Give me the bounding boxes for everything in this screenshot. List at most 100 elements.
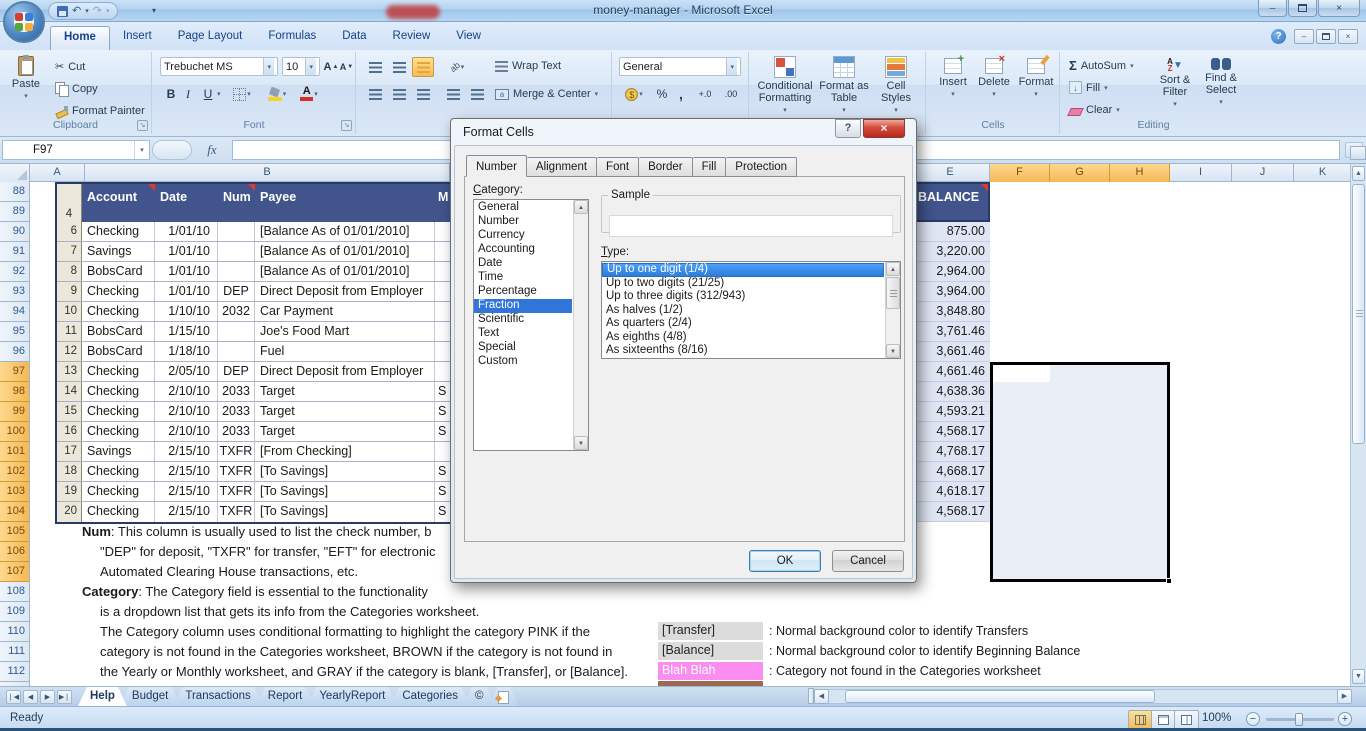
italic-button[interactable]: I: [181, 84, 195, 104]
cell-memo[interactable]: S: [435, 402, 450, 421]
cell-date[interactable]: 1/01/10: [155, 242, 218, 261]
name-box[interactable]: F97 ▾: [2, 140, 150, 160]
cell-balance[interactable]: 3,661.46: [911, 342, 990, 362]
fraction-type-option[interactable]: Up to three digits (312/943): [602, 290, 884, 304]
cell-num[interactable]: TXFR: [218, 502, 255, 522]
ok-button[interactable]: OK: [749, 550, 821, 572]
row-header[interactable]: 102: [0, 462, 29, 482]
category-option[interactable]: Percentage: [474, 285, 572, 299]
cell-balance[interactable]: 2,964.00: [911, 262, 990, 282]
horizontal-scroll-track[interactable]: [829, 689, 1337, 704]
cell-balance[interactable]: 4,568.17: [911, 422, 990, 442]
fill-handle[interactable]: [1166, 578, 1172, 584]
format-cells-button[interactable]: Format▾: [1017, 58, 1055, 98]
insert-worksheet-tab[interactable]: [488, 687, 518, 706]
row-header[interactable]: 103: [0, 482, 29, 502]
paste-button[interactable]: Paste▾: [8, 56, 44, 100]
fraction-type-option[interactable]: Up to one digit (1/4): [602, 263, 884, 277]
comma-style-button[interactable]: ,: [673, 84, 689, 104]
wrap-text-button[interactable]: Wrap Text: [495, 60, 561, 72]
category-option[interactable]: Custom: [474, 355, 572, 369]
workbook-close-button[interactable]: ×: [1338, 29, 1358, 44]
minimize-button[interactable]: ‒: [1258, 0, 1287, 17]
cell-date[interactable]: 1/01/10: [155, 222, 218, 241]
underline-button[interactable]: U: [197, 84, 219, 104]
category-option[interactable]: Accounting: [474, 243, 572, 257]
select-all-corner[interactable]: [0, 164, 30, 182]
conditional-formatting-button[interactable]: Conditional Formatting▾: [754, 56, 816, 114]
accounting-format-button[interactable]: $▾: [619, 84, 649, 104]
last-sheet-icon[interactable]: ▶❘: [57, 690, 72, 704]
cell-date[interactable]: 1/15/10: [155, 322, 218, 341]
cell-memo[interactable]: S: [435, 382, 450, 401]
cell-memo[interactable]: [435, 442, 450, 461]
row-header[interactable]: 99: [0, 402, 29, 422]
cell-num[interactable]: DEP: [218, 362, 255, 381]
bold-button[interactable]: B: [163, 84, 179, 104]
format-painter-button[interactable]: Format Painter: [55, 104, 145, 117]
cell-balance[interactable]: 4,768.17: [911, 442, 990, 462]
cell-num[interactable]: 2033: [218, 382, 255, 401]
cell-memo[interactable]: [435, 242, 450, 261]
font-name-combo[interactable]: Trebuchet MS▾: [160, 57, 278, 76]
column-header[interactable]: B: [85, 164, 450, 182]
underline-dropdown-icon[interactable]: ▾: [217, 90, 221, 98]
cell-balance[interactable]: 4,638.36: [911, 382, 990, 402]
cell-account[interactable]: Savings: [82, 442, 155, 461]
scroll-left-icon[interactable]: ◀: [814, 689, 829, 704]
font-color-button[interactable]: A▾: [295, 84, 323, 104]
row-header[interactable]: 107: [0, 562, 29, 582]
top-align-button[interactable]: [364, 57, 386, 77]
align-right-button[interactable]: [412, 84, 434, 104]
cell-payee[interactable]: Car Payment: [255, 302, 435, 321]
scroll-down-icon[interactable]: ▼: [886, 344, 900, 358]
cell-memo[interactable]: [435, 302, 450, 321]
office-button[interactable]: [3, 1, 45, 43]
cell-styles-button[interactable]: Cell Styles▾: [872, 56, 920, 114]
row-header[interactable]: 95: [0, 322, 29, 342]
cell-date[interactable]: 2/10/10: [155, 422, 218, 441]
zoom-slider-thumb[interactable]: [1295, 713, 1303, 726]
row-header[interactable]: 96: [0, 342, 29, 362]
cell-payee[interactable]: [To Savings]: [255, 502, 435, 522]
sheet-tab[interactable]: Budget: [120, 687, 180, 706]
cell-payee[interactable]: Direct Deposit from Employer: [255, 362, 435, 381]
close-button[interactable]: ×: [1318, 0, 1360, 17]
cell-rownum[interactable]: 19: [57, 482, 82, 501]
ribbon-tab[interactable]: Data: [329, 26, 379, 50]
cell-memo[interactable]: [435, 262, 450, 281]
number-format-dropdown-icon[interactable]: ▾: [726, 58, 737, 75]
increase-decimal-button[interactable]: +.0: [693, 84, 717, 104]
align-left-button[interactable]: [364, 84, 386, 104]
name-box-dropdown-icon[interactable]: ▾: [134, 141, 149, 159]
page-break-view-button[interactable]: [1175, 711, 1198, 728]
category-option[interactable]: Text: [474, 327, 572, 341]
merge-center-button[interactable]: aMerge & Center▾: [495, 88, 598, 100]
cell-account[interactable]: Checking: [82, 302, 155, 321]
column-header[interactable]: J: [1232, 164, 1294, 182]
fraction-type-option[interactable]: As eighths (4/8): [602, 331, 884, 345]
row-header[interactable]: 88: [0, 182, 29, 202]
orientation-button[interactable]: ab▾: [442, 57, 472, 77]
cell-num[interactable]: TXFR: [218, 482, 255, 501]
cell-date[interactable]: 1/01/10: [155, 262, 218, 281]
align-center-button[interactable]: [388, 84, 410, 104]
cell-account[interactable]: Savings: [82, 242, 155, 261]
cell-date[interactable]: 1/10/10: [155, 302, 218, 321]
row-header[interactable]: 97: [0, 362, 29, 382]
ribbon-tab[interactable]: Page Layout: [165, 26, 256, 50]
cancel-button[interactable]: Cancel: [832, 550, 904, 572]
scroll-down-icon[interactable]: ▼: [1352, 669, 1365, 684]
bottom-align-button[interactable]: [412, 57, 434, 77]
find-select-button[interactable]: Find & Select▾: [1199, 58, 1243, 106]
cell-num[interactable]: 2033: [218, 422, 255, 441]
cell-payee[interactable]: Target: [255, 402, 435, 421]
cell-rownum[interactable]: 10: [57, 302, 82, 321]
fill-button[interactable]: ↓Fill▾: [1069, 81, 1108, 94]
cell-payee[interactable]: [From Checking]: [255, 442, 435, 461]
column-header[interactable]: A: [30, 164, 85, 182]
cell-rownum[interactable]: 18: [57, 462, 82, 481]
page-layout-view-button[interactable]: [1152, 711, 1175, 728]
row-header[interactable]: 90: [0, 222, 29, 242]
cell-account[interactable]: Checking: [82, 222, 155, 241]
